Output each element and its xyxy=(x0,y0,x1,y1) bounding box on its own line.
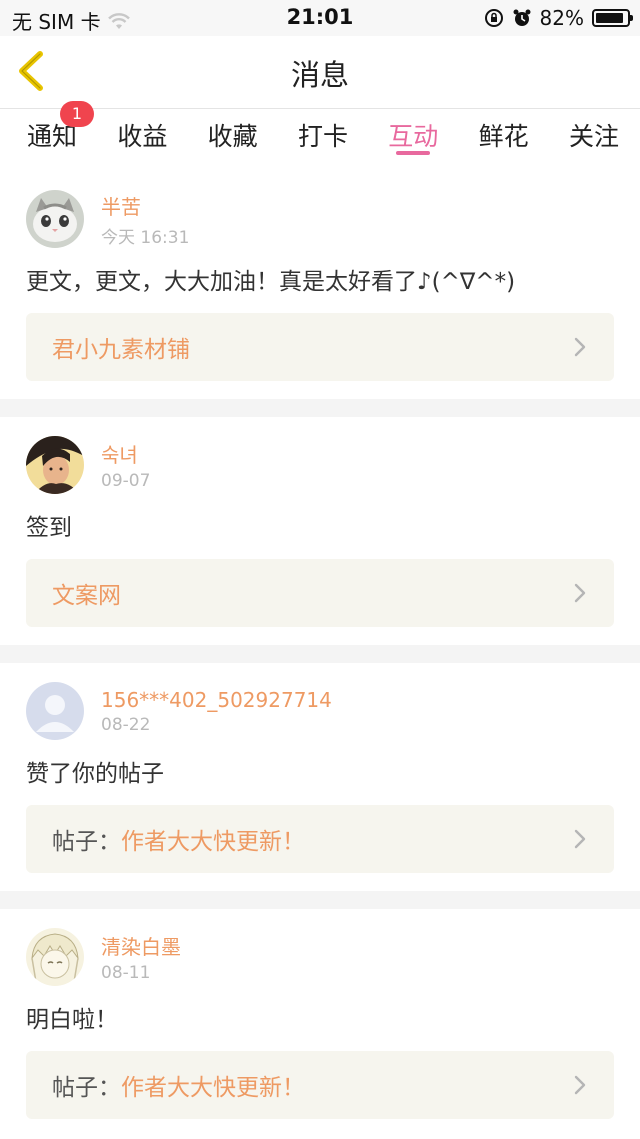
tab-label: 收藏 xyxy=(207,122,258,151)
tab-checkin[interactable]: 打卡 xyxy=(285,109,361,171)
orientation-lock-icon xyxy=(484,9,503,27)
username[interactable]: 清染白墨 xyxy=(101,931,181,960)
tab-flowers[interactable]: 鲜花 xyxy=(466,109,542,171)
anime-avatar[interactable] xyxy=(26,928,84,986)
linked-content-box[interactable]: 君小九素材铺 xyxy=(26,313,614,381)
active-tab-indicator xyxy=(396,151,431,155)
message-text: 赞了你的帖子 xyxy=(26,761,164,787)
post-prefix: 帖子： xyxy=(52,1075,121,1101)
username[interactable]: 156***402_502927714 xyxy=(101,688,332,712)
linked-content-title: 君小九素材铺 xyxy=(52,337,190,363)
linked-post-box[interactable]: 帖子： 作者大大快更新！ xyxy=(26,805,614,873)
chevron-right-icon xyxy=(574,337,586,357)
alarm-icon xyxy=(513,9,531,26)
cat-avatar[interactable] xyxy=(26,190,84,248)
girl-avatar[interactable] xyxy=(26,436,84,494)
message-tabs: 通知 1 收益 收藏 打卡 互动 鲜花 关注 xyxy=(0,101,640,171)
tab-label: 鲜花 xyxy=(478,122,529,151)
interaction-feed: 半苦 今天 16:31 更文，更文，大大加油！真是太好看了♪(^∇^*) 君小九… xyxy=(0,171,640,1137)
message-card: 숙녀 09-07 签到 文案网 xyxy=(0,417,640,645)
message-text: 签到 xyxy=(26,515,72,541)
status-right: 82% xyxy=(484,6,633,30)
linked-content-title: 文案网 xyxy=(52,583,121,609)
chevron-right-icon xyxy=(574,1075,586,1095)
linked-post-box[interactable]: 帖子： 作者大大快更新！ xyxy=(26,1051,614,1119)
battery-icon xyxy=(592,9,633,27)
message-date: 09-07 xyxy=(101,471,151,491)
message-card: 半苦 今天 16:31 更文，更文，大大加油！真是太好看了♪(^∇^*) 君小九… xyxy=(0,171,640,399)
message-text: 更文，更文，大大加油！真是太好看了♪(^∇^*) xyxy=(26,269,516,295)
status-bar: 无 SIM 卡 21:01 82% xyxy=(0,0,640,36)
tab-label: 打卡 xyxy=(297,122,348,151)
tab-following[interactable]: 关注 xyxy=(556,109,632,171)
tab-label: 收益 xyxy=(117,122,168,151)
message-date: 08-22 xyxy=(101,714,151,735)
tab-label: 关注 xyxy=(568,122,619,151)
tab-label: 互动 xyxy=(388,122,439,151)
message-date: 08-11 xyxy=(101,963,151,983)
navigation-bar: 消息 xyxy=(0,36,640,109)
page-title: 消息 xyxy=(290,58,349,92)
post-title: 作者大大快更新！ xyxy=(121,1075,305,1101)
post-title: 作者大大快更新！ xyxy=(121,829,305,855)
chevron-right-icon xyxy=(574,583,586,603)
tab-notifications[interactable]: 通知 1 xyxy=(14,101,94,171)
default-user-avatar[interactable] xyxy=(26,682,84,740)
back-button[interactable] xyxy=(10,48,54,94)
message-text: 明白啦！ xyxy=(26,1007,118,1033)
chevron-left-icon xyxy=(19,51,43,91)
message-card: 156***402_502927714 08-22 赞了你的帖子 帖子： 作者大… xyxy=(0,663,640,891)
tab-favorites[interactable]: 收藏 xyxy=(195,109,271,171)
chevron-right-icon xyxy=(574,829,586,849)
battery-percent: 82% xyxy=(539,6,584,30)
linked-content-box[interactable]: 文案网 xyxy=(26,559,614,627)
message-card: 清染白墨 08-11 明白啦！ 帖子： 作者大大快更新！ xyxy=(0,909,640,1137)
notification-badge: 1 xyxy=(60,101,94,127)
message-date: 今天 16:31 xyxy=(101,227,190,248)
tab-interaction[interactable]: 互动 xyxy=(375,109,451,171)
post-prefix: 帖子： xyxy=(52,829,121,855)
tab-earnings[interactable]: 收益 xyxy=(104,109,180,171)
username[interactable]: 半苦 xyxy=(101,191,189,220)
username[interactable]: 숙녀 xyxy=(101,439,150,468)
